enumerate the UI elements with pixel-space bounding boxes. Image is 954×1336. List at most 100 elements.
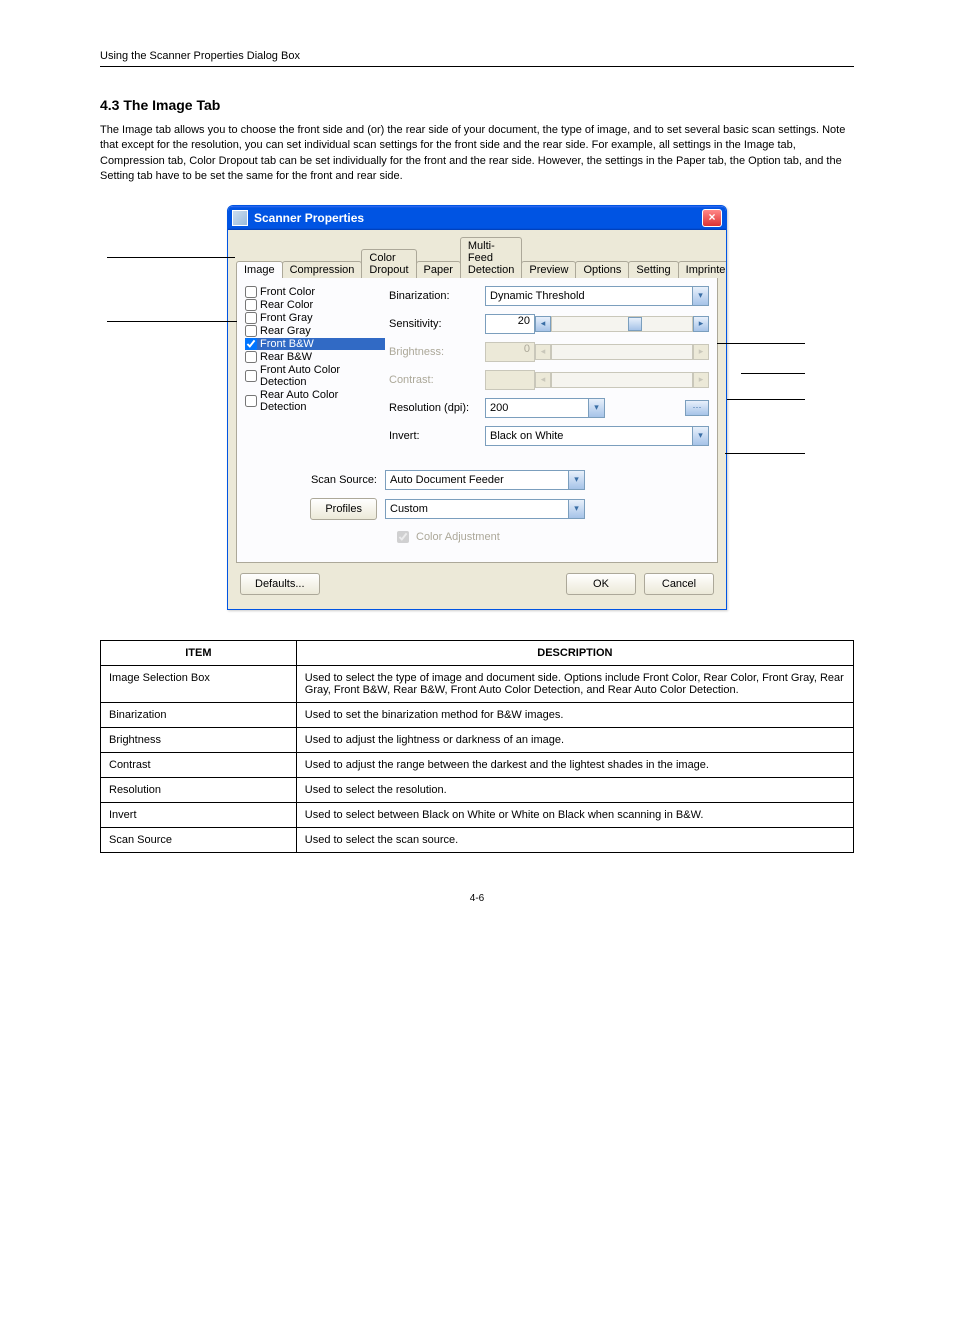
- table-cell-desc: Used to select the scan source.: [296, 827, 853, 852]
- checkbox[interactable]: [245, 351, 257, 363]
- table-cell-item: Invert: [101, 802, 297, 827]
- table-row: Scan SourceUsed to select the scan sourc…: [101, 827, 854, 852]
- checkbox[interactable]: [245, 299, 257, 311]
- image-selection-box: Front ColorRear ColorFront GrayRear Gray…: [245, 286, 385, 454]
- invert-value: Black on White: [486, 430, 692, 442]
- image-selection-label: Front Auto Color Detection: [260, 364, 385, 388]
- table-cell-desc: Used to adjust the range between the dar…: [296, 752, 853, 777]
- chevron-down-icon[interactable]: ▾: [568, 500, 584, 518]
- callout-line: [107, 321, 237, 322]
- slider-decrease-icon[interactable]: ◂: [535, 316, 551, 332]
- checkbox[interactable]: [245, 338, 257, 350]
- table-cell-item: Image Selection Box: [101, 665, 297, 702]
- binarization-label: Binarization:: [389, 290, 485, 302]
- tab-paper[interactable]: Paper: [416, 261, 461, 278]
- invert-combo[interactable]: Black on White ▾: [485, 426, 709, 446]
- table-cell-item: Brightness: [101, 727, 297, 752]
- resolution-spinner[interactable]: ⋯: [685, 400, 709, 416]
- image-selection-item[interactable]: Rear Gray: [245, 325, 385, 337]
- image-selection-item[interactable]: Front Auto Color Detection: [245, 364, 385, 388]
- image-selection-label: Front B&W: [260, 338, 314, 350]
- table-header-item: ITEM: [101, 640, 297, 665]
- binarization-value: Dynamic Threshold: [486, 290, 692, 302]
- app-icon: [232, 210, 248, 226]
- checkbox[interactable]: [245, 370, 257, 382]
- window-title: Scanner Properties: [254, 211, 702, 225]
- scan-source-value: Auto Document Feeder: [386, 474, 568, 486]
- image-selection-item[interactable]: Rear Color: [245, 299, 385, 311]
- tab-setting[interactable]: Setting: [628, 261, 678, 278]
- sensitivity-value: 20: [485, 314, 535, 334]
- intro-paragraph: The Image tab allows you to choose the f…: [100, 123, 854, 185]
- cancel-button[interactable]: Cancel: [644, 573, 714, 595]
- image-selection-item[interactable]: Front Gray: [245, 312, 385, 324]
- contrast-value: [485, 370, 535, 390]
- tab-options[interactable]: Options: [575, 261, 629, 278]
- image-selection-item[interactable]: Rear Auto Color Detection: [245, 389, 385, 413]
- sensitivity-slider[interactable]: [551, 316, 693, 332]
- brightness-value: 0: [485, 342, 535, 362]
- profiles-button[interactable]: Profiles: [310, 498, 377, 520]
- chevron-down-icon[interactable]: ▾: [568, 471, 584, 489]
- profiles-value: Custom: [386, 503, 568, 515]
- slider-increase-icon[interactable]: ▸: [693, 316, 709, 332]
- callout-line: [741, 373, 805, 374]
- invert-label: Invert:: [389, 430, 485, 442]
- tab-preview[interactable]: Preview: [521, 261, 576, 278]
- image-selection-item[interactable]: Front B&W: [245, 338, 385, 350]
- table-cell-desc: Used to adjust the lightness or darkness…: [296, 727, 853, 752]
- page-number: 4-6: [100, 893, 854, 904]
- ok-button[interactable]: OK: [566, 573, 636, 595]
- brightness-slider: [551, 344, 693, 360]
- image-selection-label: Rear Color: [260, 299, 313, 311]
- image-selection-label: Rear B&W: [260, 351, 312, 363]
- table-cell-desc: Used to select between Black on White or…: [296, 802, 853, 827]
- window-titlebar: Scanner Properties ×: [228, 206, 726, 230]
- color-adjustment-checkbox: Color Adjustment: [393, 528, 500, 546]
- resolution-label: Resolution (dpi):: [389, 402, 485, 414]
- checkbox[interactable]: [245, 395, 257, 407]
- tab-image[interactable]: Image: [236, 261, 283, 278]
- table-cell-desc: Used to select the resolution.: [296, 777, 853, 802]
- tab-compression[interactable]: Compression: [282, 261, 363, 278]
- table-header-desc: DESCRIPTION: [296, 640, 853, 665]
- callout-line: [717, 343, 805, 344]
- table-cell-item: Scan Source: [101, 827, 297, 852]
- scanner-properties-window: Scanner Properties × Image Compression C…: [227, 205, 727, 610]
- scan-source-combo[interactable]: Auto Document Feeder ▾: [385, 470, 585, 490]
- table-row: Image Selection BoxUsed to select the ty…: [101, 665, 854, 702]
- defaults-button[interactable]: Defaults...: [240, 573, 320, 595]
- table-row: InvertUsed to select between Black on Wh…: [101, 802, 854, 827]
- image-selection-label: Front Color: [260, 286, 315, 298]
- close-icon[interactable]: ×: [702, 209, 722, 227]
- chevron-down-icon[interactable]: ▾: [588, 399, 604, 417]
- image-selection-item[interactable]: Rear B&W: [245, 351, 385, 363]
- resolution-combo[interactable]: 200 ▾: [485, 398, 605, 418]
- image-selection-label: Rear Auto Color Detection: [260, 389, 385, 413]
- binarization-combo[interactable]: Dynamic Threshold ▾: [485, 286, 709, 306]
- table-cell-desc: Used to set the binarization method for …: [296, 702, 853, 727]
- tab-color-dropout[interactable]: Color Dropout: [361, 249, 416, 278]
- image-selection-label: Rear Gray: [260, 325, 311, 337]
- checkbox[interactable]: [245, 286, 257, 298]
- checkbox[interactable]: [245, 325, 257, 337]
- slider-decrease-icon: ◂: [535, 372, 551, 388]
- profiles-combo[interactable]: Custom ▾: [385, 499, 585, 519]
- slider-decrease-icon: ◂: [535, 344, 551, 360]
- table-row: ContrastUsed to adjust the range between…: [101, 752, 854, 777]
- chevron-down-icon[interactable]: ▾: [692, 427, 708, 445]
- tab-imprinter[interactable]: Imprinter: [678, 261, 727, 278]
- table-cell-item: Resolution: [101, 777, 297, 802]
- chevron-down-icon[interactable]: ▾: [692, 287, 708, 305]
- tab-multifeed[interactable]: Multi-Feed Detection: [460, 237, 522, 278]
- slider-increase-icon: ▸: [693, 372, 709, 388]
- checkbox[interactable]: [245, 312, 257, 324]
- color-adjustment-label: Color Adjustment: [416, 531, 500, 543]
- table-cell-item: Contrast: [101, 752, 297, 777]
- image-selection-label: Front Gray: [260, 312, 313, 324]
- callout-line: [107, 257, 235, 258]
- contrast-label: Contrast:: [389, 374, 485, 386]
- callout-line: [725, 453, 805, 454]
- image-selection-item[interactable]: Front Color: [245, 286, 385, 298]
- tab-strip: Image Compression Color Dropout Paper Mu…: [236, 236, 718, 278]
